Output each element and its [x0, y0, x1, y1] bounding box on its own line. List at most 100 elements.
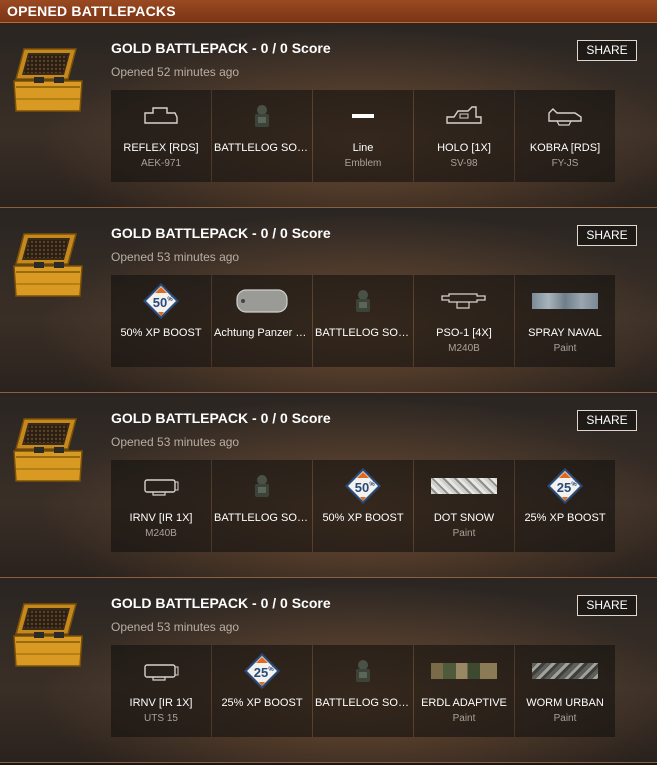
svg-text:50: 50 [153, 295, 167, 310]
irnv-sight-icon [111, 651, 211, 691]
item-name: HOLO [1X] [437, 142, 491, 154]
battlepack-item[interactable]: WORM URBAN Paint [515, 645, 615, 737]
battlepack-card: GOLD BATTLEPACK - 0 / 0 Score Opened 53 m… [0, 208, 657, 393]
gold-battlepack-icon [10, 228, 86, 304]
item-name: BATTLELOG SOL... [214, 512, 310, 524]
item-subtitle: Paint [553, 343, 577, 354]
item-name: BATTLELOG SOL... [315, 327, 411, 339]
battlepack-item[interactable]: 50% 50% XP BOOST [313, 460, 413, 552]
battlepack-item[interactable]: IRNV [IR 1X] UTS 15 [111, 645, 211, 737]
item-name: BATTLELOG SOL... [315, 697, 411, 709]
battlepack-item[interactable]: REFLEX [RDS] AEK-971 [111, 90, 211, 182]
item-subtitle: SV-98 [450, 158, 478, 169]
line-emblem-icon [313, 96, 413, 136]
item-name: Line [352, 142, 374, 154]
gold-battlepack-icon [10, 598, 86, 674]
battlepack-card: GOLD BATTLEPACK - 0 / 0 Score Opened 53 m… [0, 578, 657, 763]
item-name: 25% XP BOOST [221, 697, 303, 709]
item-name: BATTLELOG SOL... [214, 142, 310, 154]
battlepack-opened-time: Opened 53 minutes ago [111, 250, 240, 264]
item-subtitle: M240B [448, 343, 480, 354]
battlepack-item[interactable]: BATTLELOG SOL... [212, 460, 312, 552]
item-name: REFLEX [RDS] [123, 142, 199, 154]
item-name: 25% XP BOOST [524, 512, 606, 524]
svg-text:%: % [571, 482, 577, 488]
soldier-icon [212, 466, 312, 506]
item-name: PSO-1 [4X] [436, 327, 492, 339]
paint-swatch-icon [515, 281, 615, 321]
kobra-sight-icon [515, 96, 615, 136]
svg-text:%: % [167, 297, 173, 303]
battlepack-title: GOLD BATTLEPACK - 0 / 0 Score [111, 410, 331, 426]
item-subtitle: FY-JS [551, 158, 579, 169]
battlepack-item[interactable]: 25% 25% XP BOOST [212, 645, 312, 737]
reflex-sight-icon [111, 96, 211, 136]
battlepack-item[interactable]: HOLO [1X] SV-98 [414, 90, 514, 182]
svg-text:%: % [268, 667, 274, 673]
battlepack-title: GOLD BATTLEPACK - 0 / 0 Score [111, 225, 331, 241]
battlepack-item[interactable]: 25% 25% XP BOOST [515, 460, 615, 552]
soldier-icon [313, 651, 413, 691]
item-name: 50% XP BOOST [322, 512, 404, 524]
battlepack-item[interactable]: PSO-1 [4X] M240B [414, 275, 514, 367]
dogtag-icon [212, 281, 312, 321]
battlepack-item[interactable]: Line Emblem [313, 90, 413, 182]
scope-icon [414, 281, 514, 321]
item-subtitle: Emblem [344, 158, 382, 169]
soldier-icon [313, 281, 413, 321]
share-button[interactable]: SHARE [577, 410, 637, 431]
xp-boost-icon: 25% [515, 466, 615, 506]
battlepack-item[interactable]: BATTLELOG SOL... [313, 275, 413, 367]
item-name: IRNV [IR 1X] [129, 512, 193, 524]
battlepack-card: GOLD BATTLEPACK - 0 / 0 Score Opened 52 m… [0, 23, 657, 208]
item-name: Achtung Panzer D... [214, 327, 310, 339]
item-subtitle: Paint [553, 713, 577, 724]
item-name: 50% XP BOOST [120, 327, 202, 339]
item-subtitle: M240B [145, 528, 177, 539]
battlepack-item[interactable]: Achtung Panzer D... [212, 275, 312, 367]
item-name: IRNV [IR 1X] [129, 697, 193, 709]
share-button[interactable]: SHARE [577, 595, 637, 616]
share-button[interactable]: SHARE [577, 225, 637, 246]
battlepack-items: 50% 50% XP BOOST Achtung Panzer D... BATTLE… [111, 275, 615, 367]
item-name: DOT SNOW [433, 512, 495, 524]
xp-boost-icon: 50% [111, 281, 211, 321]
share-button[interactable]: SHARE [577, 40, 637, 61]
xp-boost-icon: 50% [313, 466, 413, 506]
battlepack-title: GOLD BATTLEPACK - 0 / 0 Score [111, 595, 331, 611]
battlepack-item[interactable]: ERDL ADAPTIVE Paint [414, 645, 514, 737]
battlepack-card: GOLD BATTLEPACK - 0 / 0 Score Opened 53 m… [0, 393, 657, 578]
item-subtitle: Paint [452, 713, 476, 724]
item-subtitle: AEK-971 [140, 158, 182, 169]
item-name: ERDL ADAPTIVE [421, 697, 507, 709]
item-subtitle: UTS 15 [144, 713, 178, 724]
battlepack-item[interactable]: BATTLELOG SOL... [313, 645, 413, 737]
battlepack-items: IRNV [IR 1X] M240B BATTLELOG SOL... 50% 50% … [111, 460, 615, 552]
item-subtitle: Paint [452, 528, 476, 539]
battlepack-title: GOLD BATTLEPACK - 0 / 0 Score [111, 40, 331, 56]
header-title: OPENED BATTLEPACKS [7, 3, 176, 19]
svg-text:50: 50 [355, 480, 369, 495]
irnv-sight-icon [111, 466, 211, 506]
battlepack-item[interactable]: DOT SNOW Paint [414, 460, 514, 552]
holo-sight-icon [414, 96, 514, 136]
gold-battlepack-icon [10, 413, 86, 489]
svg-text:25: 25 [557, 480, 571, 495]
battlepack-item[interactable]: IRNV [IR 1X] M240B [111, 460, 211, 552]
battlepack-opened-time: Opened 53 minutes ago [111, 435, 240, 449]
battlepack-item[interactable]: 50% 50% XP BOOST [111, 275, 211, 367]
paint-swatch-icon [414, 651, 514, 691]
gold-battlepack-icon [10, 43, 86, 119]
item-name: SPRAY NAVAL [528, 327, 602, 339]
item-name: WORM URBAN [526, 697, 604, 709]
battlepack-item[interactable]: BATTLELOG SOL... [212, 90, 312, 182]
battlepack-item[interactable]: SPRAY NAVAL Paint [515, 275, 615, 367]
item-name: KOBRA [RDS] [529, 142, 601, 154]
soldier-icon [212, 96, 312, 136]
paint-swatch-icon [414, 466, 514, 506]
opened-battlepacks-header: OPENED BATTLEPACKS [0, 0, 657, 23]
battlepack-opened-time: Opened 52 minutes ago [111, 65, 240, 79]
battlepack-item[interactable]: KOBRA [RDS] FY-JS [515, 90, 615, 182]
xp-boost-icon: 25% [212, 651, 312, 691]
svg-text:%: % [369, 482, 375, 488]
